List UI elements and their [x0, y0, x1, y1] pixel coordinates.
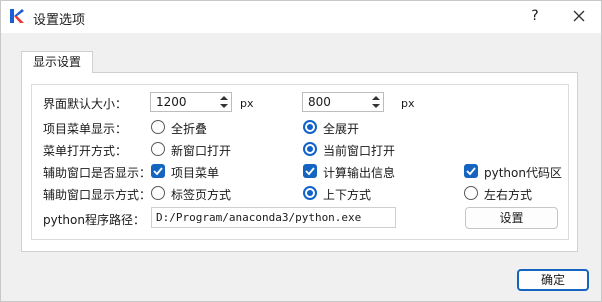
- checkmark-icon: [153, 167, 163, 176]
- radio-tab-mode[interactable]: [151, 186, 165, 200]
- settings-dialog: 设置选项 ? 显示设置 界面默认大小： 1200 px 800 px 项目菜单显…: [0, 0, 602, 302]
- tab-display-settings[interactable]: 显示设置: [21, 51, 93, 73]
- radio-expand-all[interactable]: [303, 120, 317, 134]
- radio-current-window-label: 当前窗口打开: [323, 144, 396, 158]
- menu-open-label: 菜单打开方式：: [43, 144, 128, 158]
- ok-button[interactable]: 确定: [517, 269, 589, 291]
- aux-display-label: 辅助窗口是否显示：: [43, 166, 152, 180]
- menu-display-label: 项目菜单显示：: [43, 122, 128, 136]
- help-button[interactable]: ?: [525, 6, 545, 26]
- radio-vertical-mode-label: 上下方式: [323, 188, 372, 202]
- radio-horizontal-mode-label: 左右方式: [484, 188, 533, 202]
- width-value: 1200: [156, 95, 187, 109]
- height-unit: px: [401, 97, 415, 110]
- checkbox-calc-output[interactable]: [303, 164, 317, 178]
- radio-new-window-label: 新窗口打开: [171, 144, 232, 158]
- python-path-label: python程序路径：: [43, 213, 145, 227]
- radio-vertical-mode[interactable]: [303, 186, 317, 200]
- checkbox-python-code[interactable]: [464, 164, 478, 178]
- width-unit: px: [240, 97, 254, 110]
- aux-mode-label: 辅助窗口显示方式：: [43, 188, 152, 202]
- title-bar: 设置选项 ?: [1, 1, 601, 33]
- radio-collapse-all-label: 全折叠: [171, 122, 208, 136]
- radio-new-window[interactable]: [151, 142, 165, 156]
- dialog-title: 设置选项: [33, 13, 86, 28]
- checkbox-calc-output-label: 计算输出信息: [323, 166, 396, 180]
- spin-arrows-icon[interactable]: [371, 94, 381, 110]
- radio-collapse-all[interactable]: [151, 120, 165, 134]
- checkbox-project-menu[interactable]: [151, 164, 165, 178]
- radio-horizontal-mode[interactable]: [464, 186, 478, 200]
- close-icon[interactable]: [569, 6, 589, 26]
- radio-expand-all-label: 全展开: [323, 122, 360, 136]
- checkmark-icon: [466, 167, 476, 176]
- size-label: 界面默认大小：: [43, 97, 128, 111]
- checkmark-icon: [305, 167, 315, 176]
- set-path-button[interactable]: 设置: [465, 207, 558, 229]
- height-spinbox[interactable]: 800: [302, 92, 384, 112]
- checkbox-project-menu-label: 项目菜单: [171, 166, 220, 180]
- python-path-value: D:/Program/anaconda3/python.exe: [156, 211, 362, 224]
- radio-tab-mode-label: 标签页方式: [171, 188, 232, 202]
- python-path-field[interactable]: D:/Program/anaconda3/python.exe: [151, 207, 396, 228]
- app-logo-icon: [10, 9, 24, 23]
- checkbox-python-code-label: python代码区: [484, 166, 562, 180]
- radio-current-window[interactable]: [303, 142, 317, 156]
- height-value: 800: [308, 95, 331, 109]
- spin-arrows-icon[interactable]: [219, 94, 229, 110]
- width-spinbox[interactable]: 1200: [150, 92, 232, 112]
